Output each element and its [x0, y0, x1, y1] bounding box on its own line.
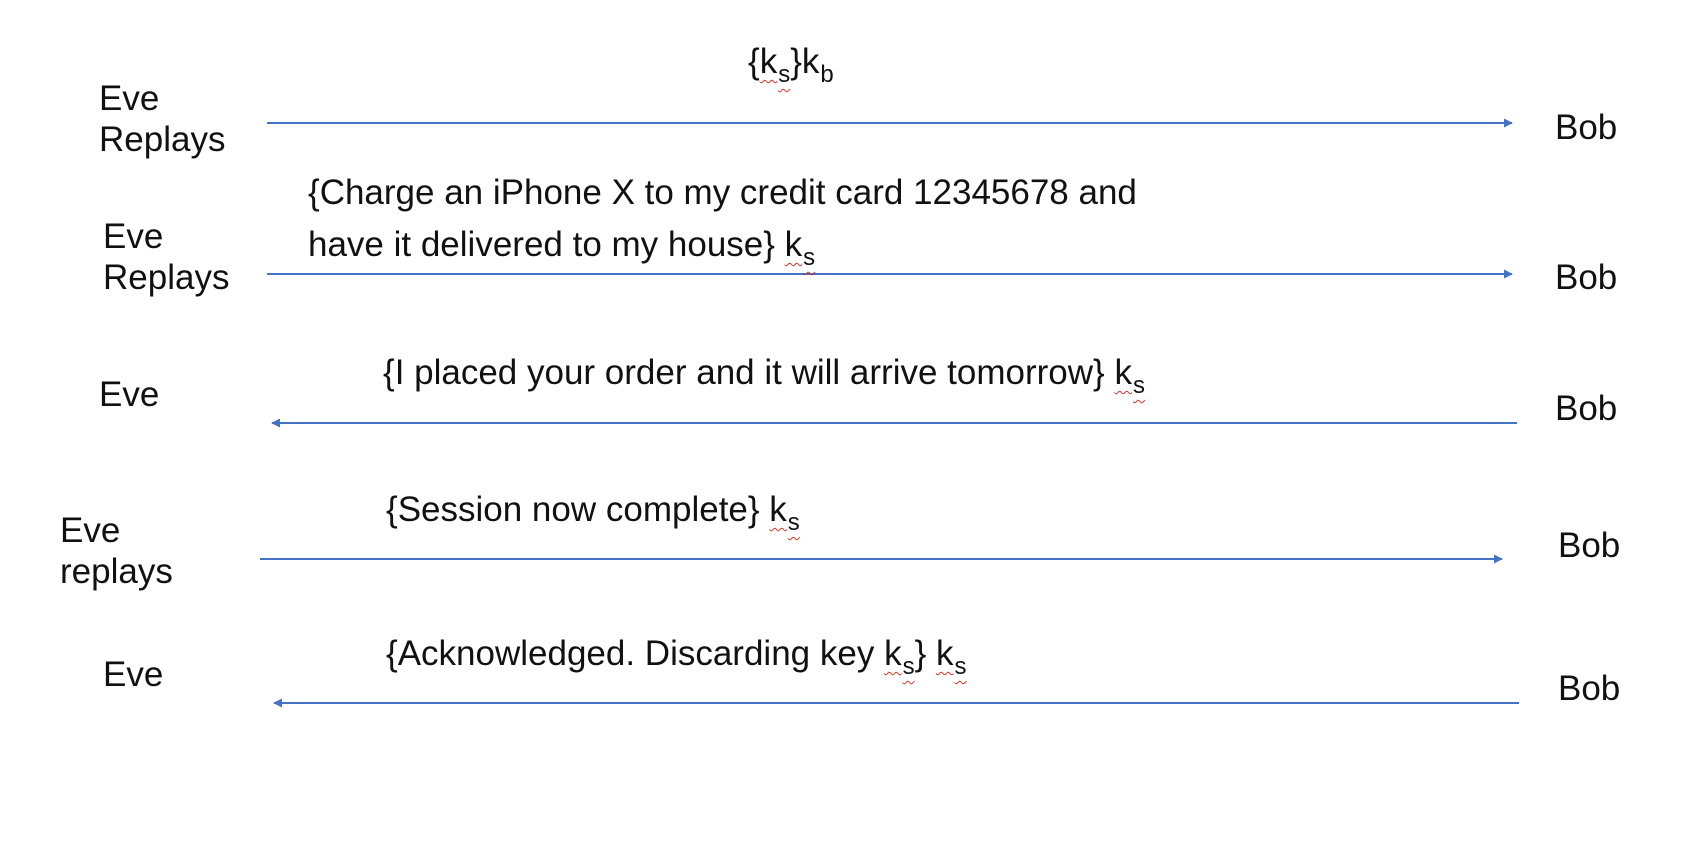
receiver-label: Bob [1558, 669, 1621, 708]
key-subscript: s [1132, 372, 1145, 399]
message-text: k [1114, 353, 1132, 392]
sender-label: Eve Replays [99, 78, 225, 161]
sender-label: Eve replays [60, 510, 173, 593]
replay-attack-diagram: Eve Replays Bob {ks}kb Eve Replays Bob {… [0, 0, 1692, 868]
message-text: {Session now complete} [386, 490, 770, 529]
message-text: k [935, 634, 954, 673]
sender-label: Eve Replays [103, 216, 229, 299]
key-subscript: b [820, 61, 834, 88]
message-label: {Charge an iPhone X to my credit card 12… [308, 167, 1137, 275]
key-subscript: s [787, 509, 800, 536]
sender-name: Eve [99, 79, 160, 118]
message-text: k [759, 42, 778, 81]
message-text: {Acknowledged. Discarding key [386, 634, 885, 673]
sender-name: Eve [103, 655, 164, 694]
sender-name: Eve [60, 511, 121, 550]
sender-name: Eve [99, 375, 160, 414]
message-text: k [884, 634, 902, 673]
key-subscript: s [803, 244, 816, 271]
receiver-label: Bob [1555, 389, 1618, 428]
message-text: } [914, 634, 936, 673]
message-text: {I placed your order and it will arrive … [383, 353, 1115, 392]
sender-name: Eve [103, 217, 164, 256]
message-label: {I placed your order and it will arrive … [383, 352, 1145, 399]
sender-action: Replays [99, 120, 226, 160]
sender-label: Eve [103, 654, 163, 695]
message-label: {Acknowledged. Discarding key ks} ks [386, 633, 966, 680]
sender-action: Replays [103, 258, 230, 298]
key-subscript: s [902, 653, 915, 680]
receiver-label: Bob [1558, 526, 1621, 565]
arrows-layer [260, 118, 1519, 708]
receiver-label: Bob [1555, 108, 1618, 147]
key-subscript: s [954, 653, 967, 680]
sender-label: Eve [99, 374, 159, 415]
message-text: k [784, 225, 803, 264]
message-text: k [769, 490, 787, 529]
sender-action: replays [60, 552, 173, 592]
message-text: { [748, 42, 760, 81]
message-text: have it delivered to my house} [308, 225, 785, 264]
message-text: }k [790, 42, 820, 81]
message-label: {Session now complete} ks [386, 489, 800, 536]
key-subscript: s [778, 61, 791, 88]
message-text: {Charge an iPhone X to my credit card 12… [308, 173, 1137, 212]
receiver-label: Bob [1555, 258, 1618, 297]
message-label: {ks}kb [748, 41, 834, 88]
